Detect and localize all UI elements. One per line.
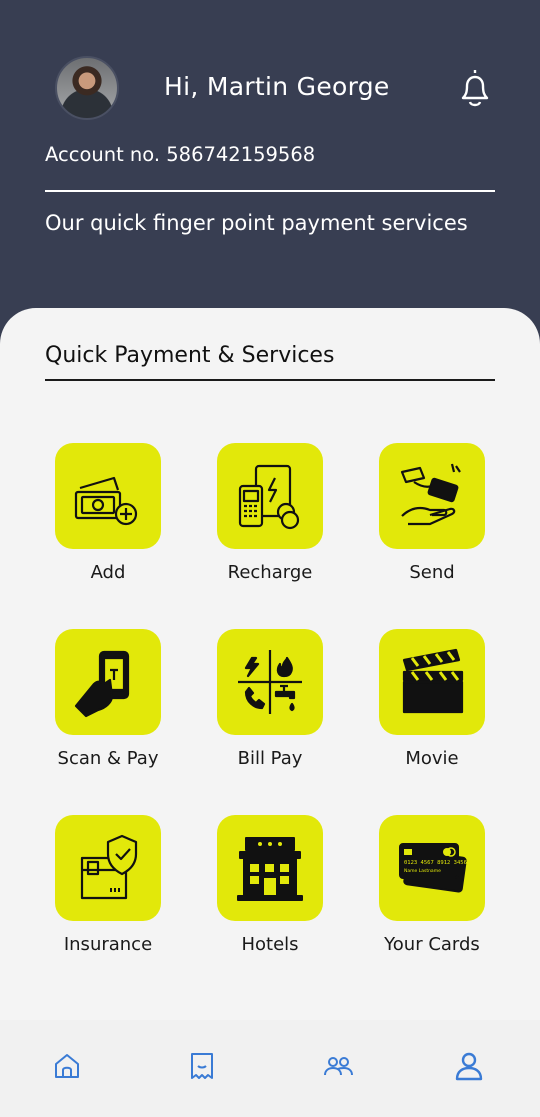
bill-pay-label: Bill Pay	[237, 748, 303, 769]
add-button[interactable]	[55, 443, 161, 549]
section-title: Quick Payment & Services	[45, 343, 335, 368]
profile-icon	[455, 1052, 483, 1081]
section-divider	[45, 379, 495, 381]
utility-bills-icon	[238, 650, 302, 714]
header-divider	[45, 190, 495, 192]
your-cards-button[interactable]: 0123 4567 8912 3456 Name Lastname	[379, 815, 485, 921]
cash-add-icon	[74, 476, 138, 526]
movie-button[interactable]	[379, 629, 485, 735]
your-cards-label: Your Cards	[384, 934, 480, 955]
send-label: Send	[409, 562, 455, 583]
bill-pay-button[interactable]	[217, 629, 323, 735]
greeting-text: Hi, Martin George	[164, 72, 390, 101]
account-number: Account no. 586742159568	[45, 143, 316, 166]
users-icon	[324, 1057, 353, 1076]
send-button[interactable]	[379, 443, 485, 549]
insurance-shield-icon	[80, 834, 138, 900]
card-name-text: Name Lastname	[404, 868, 441, 874]
credit-cards-icon: 0123 4567 8912 3456 Name Lastname	[399, 843, 467, 893]
recharge-button[interactable]	[217, 443, 323, 549]
receipt-icon	[191, 1053, 213, 1079]
recharge-label: Recharge	[227, 562, 313, 583]
bell-icon[interactable]	[455, 66, 495, 110]
mobile-recharge-icon	[238, 464, 300, 530]
avatar[interactable]	[55, 56, 119, 120]
nav-home[interactable]	[47, 1046, 87, 1086]
hotels-button[interactable]	[217, 815, 323, 921]
clapperboard-icon	[402, 648, 464, 714]
insurance-button[interactable]	[55, 815, 161, 921]
header	[0, 0, 540, 340]
nav-profile[interactable]	[449, 1046, 489, 1086]
movie-label: Movie	[405, 748, 459, 769]
tagline: Our quick finger point payment services	[45, 211, 468, 235]
nav-contacts[interactable]	[318, 1046, 358, 1086]
hotel-building-icon	[237, 837, 303, 901]
send-money-icon	[400, 463, 461, 526]
hotels-label: Hotels	[241, 934, 299, 955]
card-number-text: 0123 4567 8912 3456	[404, 860, 467, 866]
insurance-label: Insurance	[63, 934, 153, 955]
home-icon	[55, 1054, 79, 1078]
add-label: Add	[90, 562, 126, 583]
scan-pay-label: Scan & Pay	[57, 748, 159, 769]
scan-pay-button[interactable]	[55, 629, 161, 735]
scan-pay-icon	[74, 650, 130, 718]
nav-receipts[interactable]	[182, 1046, 222, 1086]
